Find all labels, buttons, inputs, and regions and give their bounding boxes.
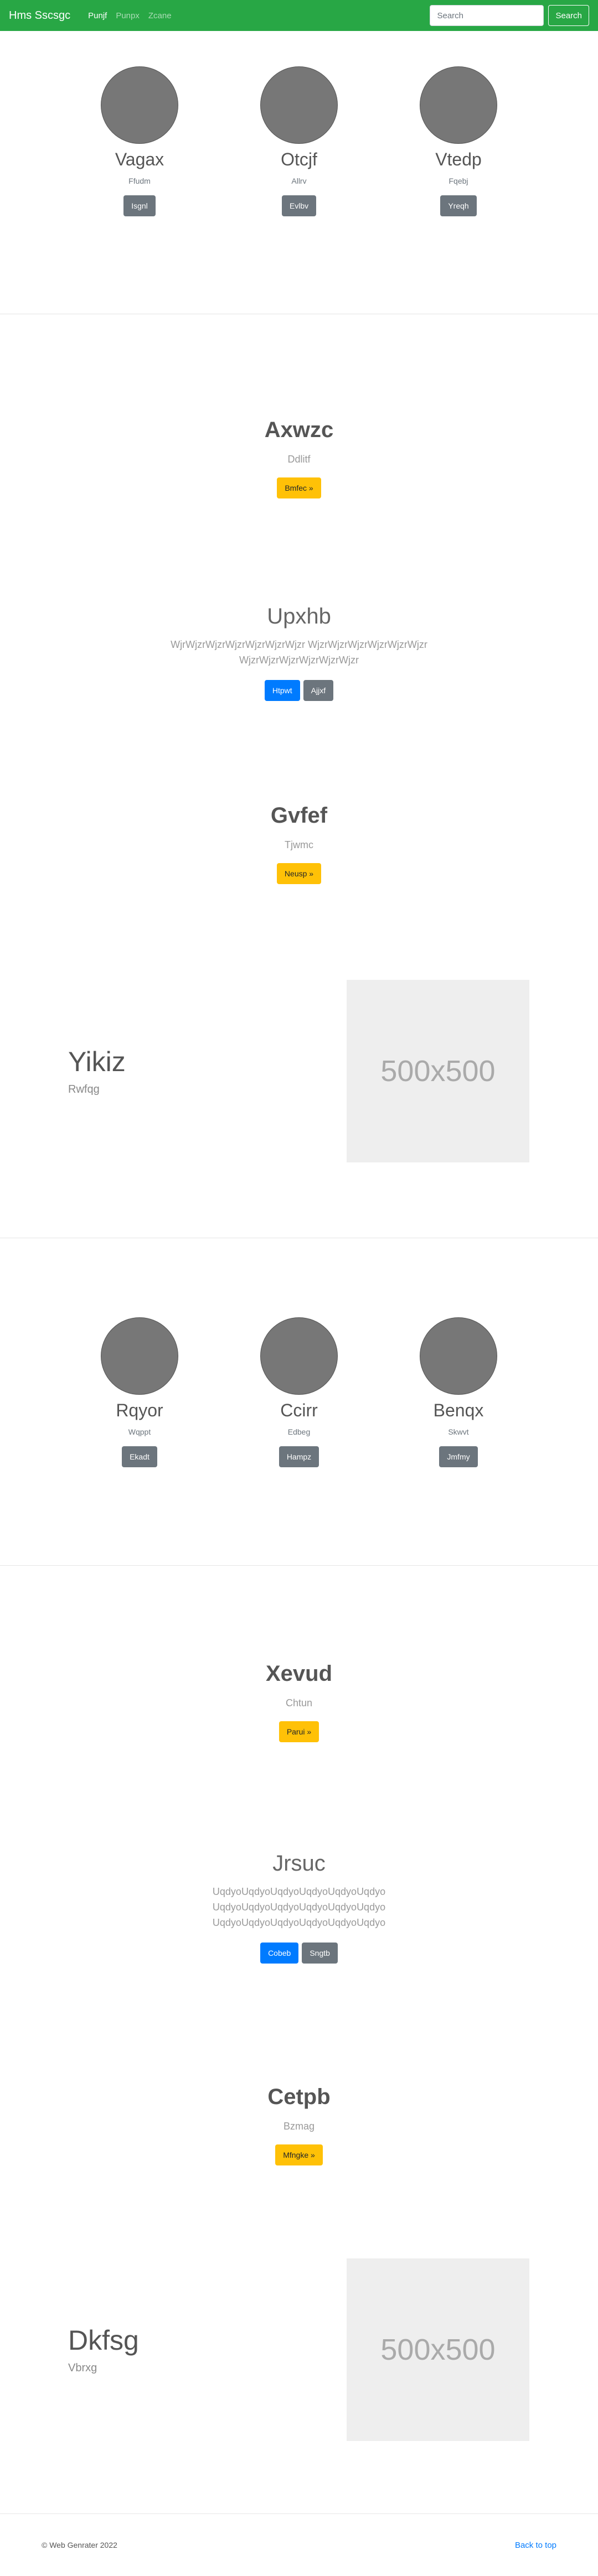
copyright-text: © Web Genrater 2022 — [42, 2541, 117, 2549]
placeholder-image: 500x500 — [347, 2258, 529, 2441]
profile-card: Benqx Skwvt Jmfmy — [379, 1317, 538, 1467]
hero-subtitle: Bzmag — [283, 2121, 315, 2132]
text-title: Upxhb — [267, 604, 331, 629]
nav-link-3[interactable]: Zcane — [144, 7, 176, 25]
profiles-top-section: Vagax Ffudm Isgnl Otcjf Allrv Evlbv Vted… — [0, 31, 598, 314]
nav-link-1[interactable]: Punjf — [84, 7, 111, 25]
profile-name: Rqyor — [116, 1400, 163, 1420]
profile-subtitle: Wqppt — [128, 1427, 151, 1436]
secondary-button[interactable]: Sngtb — [302, 1943, 338, 1964]
text-description: UqdyoUqdyoUqdyoUqdyoUqdyoUqdyo UqdyoUqdy… — [212, 1886, 386, 1928]
hero-title: Axwzc — [264, 418, 334, 442]
profile-card: Ccirr Edbeg Hampz — [219, 1317, 379, 1467]
feature-subtitle: Rwfqg — [68, 1083, 100, 1095]
feature-section-1: Yikiz Rwfqg 500x500 — [0, 884, 598, 1238]
hero-section-2: Gvfef Tjwmc Neusp » — [0, 701, 598, 884]
feature-section-2: Dkfsg Vbrxg 500x500 — [0, 2165, 598, 2513]
nav-link-2[interactable]: Punpx — [111, 7, 144, 25]
profile-card: Vtedp Fqebj Yreqh — [379, 66, 538, 216]
profile-name: Otcjf — [281, 149, 317, 169]
feature-title: Dkfsg — [68, 2325, 139, 2356]
avatar — [420, 66, 497, 144]
profile-button[interactable]: Evlbv — [281, 195, 317, 216]
search-input[interactable] — [430, 5, 544, 26]
profile-button[interactable]: Ekadt — [122, 1446, 157, 1467]
hero-title: Cetpb — [267, 2085, 331, 2109]
hero-title: Gvfef — [270, 803, 328, 828]
avatar — [420, 1317, 497, 1395]
hero-button[interactable]: Neusp » — [276, 863, 322, 884]
hero-section-1: Axwzc Ddlitf Bmfec » — [0, 314, 598, 498]
text-section-2: Jrsuc UqdyoUqdyoUqdyoUqdyoUqdyoUqdyo Uqd… — [0, 1742, 598, 1964]
hero-title: Xevud — [265, 1661, 333, 1686]
brand-link[interactable]: Hms Sscsgc — [9, 9, 70, 22]
nav-links: Punjf Punpx Zcane — [84, 7, 430, 25]
placeholder-image: 500x500 — [347, 979, 529, 1162]
profile-subtitle: Allrv — [291, 176, 307, 185]
back-to-top-link[interactable]: Back to top — [515, 2541, 556, 2550]
primary-button[interactable]: Htpwt — [264, 680, 300, 701]
secondary-button[interactable]: Ajjxf — [303, 680, 334, 701]
profile-name: Benqx — [433, 1400, 484, 1420]
search-button[interactable]: Search — [548, 5, 589, 26]
hero-subtitle: Tjwmc — [285, 839, 313, 850]
feature-subtitle: Vbrxg — [68, 2362, 97, 2374]
text-section-1: Upxhb WjrWjzrWjzrWjzrWjzrWjzrWjzr WjzrWj… — [0, 498, 598, 701]
profile-subtitle: Fqebj — [448, 176, 468, 185]
profile-button[interactable]: Hampz — [279, 1446, 319, 1467]
text-description: WjrWjzrWjzrWjzrWjzrWjzrWjzr WjzrWjzrWjzr… — [171, 639, 427, 666]
profile-subtitle: Ffudm — [128, 176, 151, 185]
profile-name: Ccirr — [280, 1400, 318, 1420]
hero-button[interactable]: Bmfec » — [277, 477, 321, 498]
hero-subtitle: Ddlitf — [287, 454, 311, 465]
navbar: Hms Sscsgc Punjf Punpx Zcane Search — [0, 0, 598, 31]
profile-button[interactable]: Yreqh — [440, 195, 477, 216]
search-form: Search — [430, 5, 589, 26]
feature-title: Yikiz — [68, 1046, 126, 1077]
avatar — [101, 66, 178, 144]
profile-name: Vagax — [115, 149, 164, 169]
profile-subtitle: Skwvt — [448, 1427, 469, 1436]
footer: © Web Genrater 2022 Back to top — [0, 2514, 598, 2576]
hero-button[interactable]: Mfngke » — [275, 2144, 323, 2165]
hero-subtitle: Chtun — [285, 1697, 313, 1708]
hero-section-3: Xevud Chtun Parui » — [0, 1566, 598, 1742]
profile-card: Rqyor Wqppt Ekadt — [60, 1317, 219, 1467]
profile-name: Vtedp — [435, 149, 482, 169]
hero-section-4: Cetpb Bzmag Mfngke » — [0, 1964, 598, 2165]
profile-card: Otcjf Allrv Evlbv — [219, 66, 379, 216]
avatar — [260, 66, 338, 144]
hero-button[interactable]: Parui » — [279, 1721, 319, 1742]
profile-card: Vagax Ffudm Isgnl — [60, 66, 219, 216]
profiles-bottom-section: Rqyor Wqppt Ekadt Ccirr Edbeg Hampz Benq… — [0, 1238, 598, 1565]
avatar — [101, 1317, 178, 1395]
profile-button[interactable]: Isgnl — [123, 195, 156, 216]
profile-subtitle: Edbeg — [287, 1427, 311, 1436]
avatar — [260, 1317, 338, 1395]
profile-button[interactable]: Jmfmy — [439, 1446, 478, 1467]
text-title: Jrsuc — [272, 1851, 326, 1876]
primary-button[interactable]: Cobeb — [260, 1943, 299, 1964]
